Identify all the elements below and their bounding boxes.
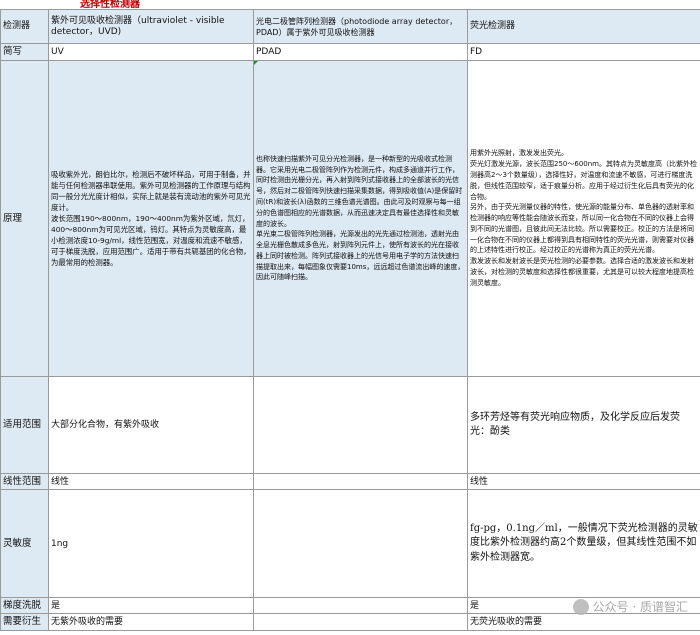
principle-fd: 用紫外光照射，激发发出荧光。 荧光灯激发光源，波长范围250～600nm。其特点… xyxy=(467,60,700,377)
sensitivity-uv: 1ng xyxy=(48,489,254,598)
principle-pdad: 也称快速扫描紫外可见分光检测器，是一种新型的光吸收式检测器。它采用光电二极管阵列… xyxy=(253,60,468,377)
header-pdad: 光电二极管阵列检测器（photodiode array detector，PDA… xyxy=(253,9,468,44)
linear-row: 线性范围 线性 线性 xyxy=(0,473,700,490)
detector-comparison-table: 检测器 紫外可见吸收检测器（ultraviolet - visible dete… xyxy=(0,9,700,631)
scope-row: 适用范围 大部分化合物，有紫外吸收 多环芳烃等有荧光响应物质，及化学反应后发荧光… xyxy=(0,376,700,474)
linear-fd: 线性 xyxy=(467,473,700,490)
deriv-fd: 无荧光吸收的需要 xyxy=(467,613,700,631)
abbr-pdad: PDAD xyxy=(253,43,468,61)
gradient-pdad xyxy=(253,597,468,614)
header-fd: 荧光检测器 xyxy=(467,9,700,44)
principle-fd-text: 用紫外光照射，激发发出荧光。 荧光灯激发光源，波长范围250～600nm。其特点… xyxy=(470,149,697,287)
deriv-uv: 无紫外吸收的需要 xyxy=(48,613,254,631)
sensitivity-fd: fg-pg，0.1ng／ml，一般情况下荧光检测器的灵敏度比紫外检测器约高2个数… xyxy=(467,489,700,598)
watermark-text: 公众号 · 质谱智汇 xyxy=(592,600,688,614)
linear-label: 线性范围 xyxy=(0,473,49,490)
scope-pdad xyxy=(253,376,468,474)
sensitivity-row: 灵敏度 1ng fg-pg，0.1ng／ml，一般情况下荧光检测器的灵敏度比紫外… xyxy=(0,489,700,598)
header-uv: 紫外可见吸收检测器（ultraviolet - visible detector… xyxy=(48,9,254,44)
gradient-uv: 是 xyxy=(48,597,254,614)
abbr-row: 简写 UV PDAD FD xyxy=(0,43,700,61)
deriv-label: 需要衍生 xyxy=(0,613,49,631)
gradient-label: 梯度洗脱 xyxy=(0,597,49,614)
abbr-fd: FD xyxy=(467,43,700,61)
principle-label: 原理 xyxy=(0,60,49,377)
principle-pdad-text: 也称快速扫描紫外可见分光检测器，是一种新型的光吸收式检测器。它采用光电二极管阵列… xyxy=(256,154,465,282)
deriv-pdad xyxy=(253,613,468,631)
header-row: 检测器 紫外可见吸收检测器（ultraviolet - visible dete… xyxy=(0,9,700,44)
deriv-row: 需要衍生 无紫外吸收的需要 无荧光吸收的需要 xyxy=(0,613,700,631)
abbr-uv: UV xyxy=(48,43,254,61)
cell-comment-marker xyxy=(254,61,258,65)
sensitivity-label: 灵敏度 xyxy=(0,489,49,598)
wechat-icon xyxy=(572,598,589,615)
scope-label: 适用范围 xyxy=(0,376,49,474)
linear-pdad xyxy=(253,473,468,490)
sensitivity-pdad xyxy=(253,489,468,598)
principle-row: 原理 吸收紫外光，朗伯比尔，检测后不破坏样品，可用于制备，并能与任何检测器串联使… xyxy=(0,60,700,377)
principle-uv-text: 吸收紫外光，朗伯比尔，检测后不破坏样品，可用于制备，并能与任何检测器串联使用。紫… xyxy=(51,169,251,268)
scope-uv: 大部分化合物，有紫外吸收 xyxy=(48,376,254,474)
linear-uv: 线性 xyxy=(48,473,254,490)
principle-uv: 吸收紫外光，朗伯比尔，检测后不破坏样品，可用于制备，并能与任何检测器串联使用。紫… xyxy=(48,60,254,377)
abbr-label: 简写 xyxy=(0,43,49,61)
scope-fd: 多环芳烃等有荧光响应物质，及化学反应后发荧光：酚类 xyxy=(467,376,700,474)
header-label: 检测器 xyxy=(0,9,49,44)
watermark: 公众号 · 质谱智汇 xyxy=(572,598,688,615)
